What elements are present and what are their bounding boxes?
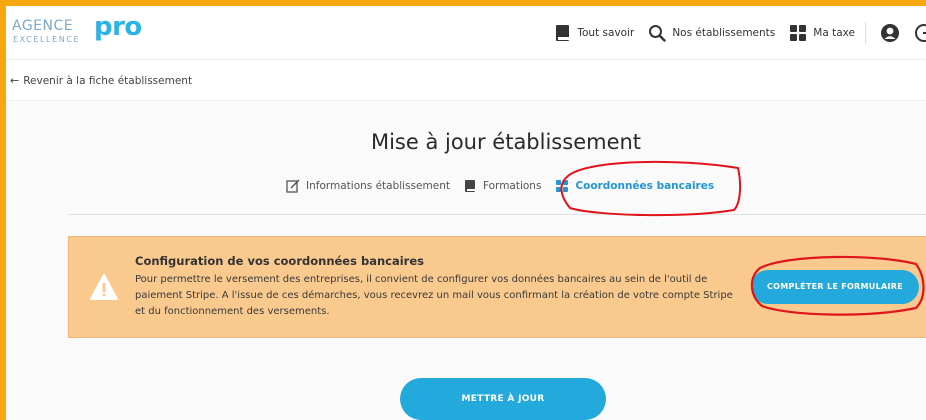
tab-informations-label: Informations établissement [306, 180, 450, 192]
page-title: Mise à jour établissement [370, 130, 642, 154]
logout-icon [915, 24, 926, 42]
warning-icon [90, 274, 118, 300]
logo-agence-text: AGENCE [12, 18, 74, 34]
section-tabs: Informations établissement Formations Co… [286, 179, 728, 193]
bank-config-alert: Configuration de vos coordonnées bancair… [68, 236, 926, 338]
nav-tout-savoir[interactable]: Tout savoir [555, 24, 634, 42]
update-button[interactable]: METTRE À JOUR [400, 378, 606, 420]
back-link[interactable]: ← Revenir à la fiche établissement [6, 61, 926, 101]
nav-ma-taxe[interactable]: Ma taxe [789, 24, 855, 42]
top-header: AGENCE EXCELLENCE pro Tout savoir Nos ét… [6, 6, 926, 60]
grid-icon [556, 180, 569, 192]
nav-divider [865, 22, 866, 44]
logo-excellence-text: EXCELLENCE [13, 35, 81, 44]
logo-pro-text: pro [94, 12, 142, 42]
user-icon [881, 24, 899, 42]
alert-text: Pour permettre le versement des entrepri… [135, 274, 733, 317]
complete-form-button[interactable]: COMPLÉTER LE FORMULAIRE [751, 270, 919, 304]
tab-formations-label: Formations [482, 180, 542, 192]
tabs-divider [68, 214, 926, 215]
nav-ma-taxe-label: Ma taxe [813, 27, 855, 39]
nav-tout-savoir-label: Tout savoir [577, 27, 635, 39]
arrow-left-icon: ← [10, 74, 20, 87]
app-window: AGENCE EXCELLENCE pro Tout savoir Nos ét… [6, 6, 926, 420]
main-content: Mise à jour établissement Informations é… [6, 102, 926, 420]
tab-informations-etablissement[interactable]: Informations établissement [286, 179, 450, 193]
edit-icon [286, 179, 300, 193]
account-button[interactable] [880, 23, 900, 43]
tab-coordonnees-bancaires[interactable]: Coordonnées bancaires [555, 179, 714, 193]
tab-formations[interactable]: Formations [464, 179, 541, 193]
back-link-label: Revenir à la fiche établissement [23, 74, 193, 87]
book-icon [556, 25, 570, 41]
nav-nos-etablissements[interactable]: Nos établissements [648, 24, 775, 42]
book-icon [464, 180, 475, 192]
nav-nos-etablissements-label: Nos établissements [672, 27, 776, 39]
main-nav: Tout savoir Nos établissements Ma taxe [541, 22, 926, 44]
search-icon [649, 25, 667, 42]
grid-icon [790, 25, 807, 41]
tab-coordonnees-label: Coordonnées bancaires [575, 180, 715, 192]
logout-button[interactable] [914, 23, 926, 43]
alert-title: Configuration de vos coordonnées bancair… [135, 254, 424, 268]
